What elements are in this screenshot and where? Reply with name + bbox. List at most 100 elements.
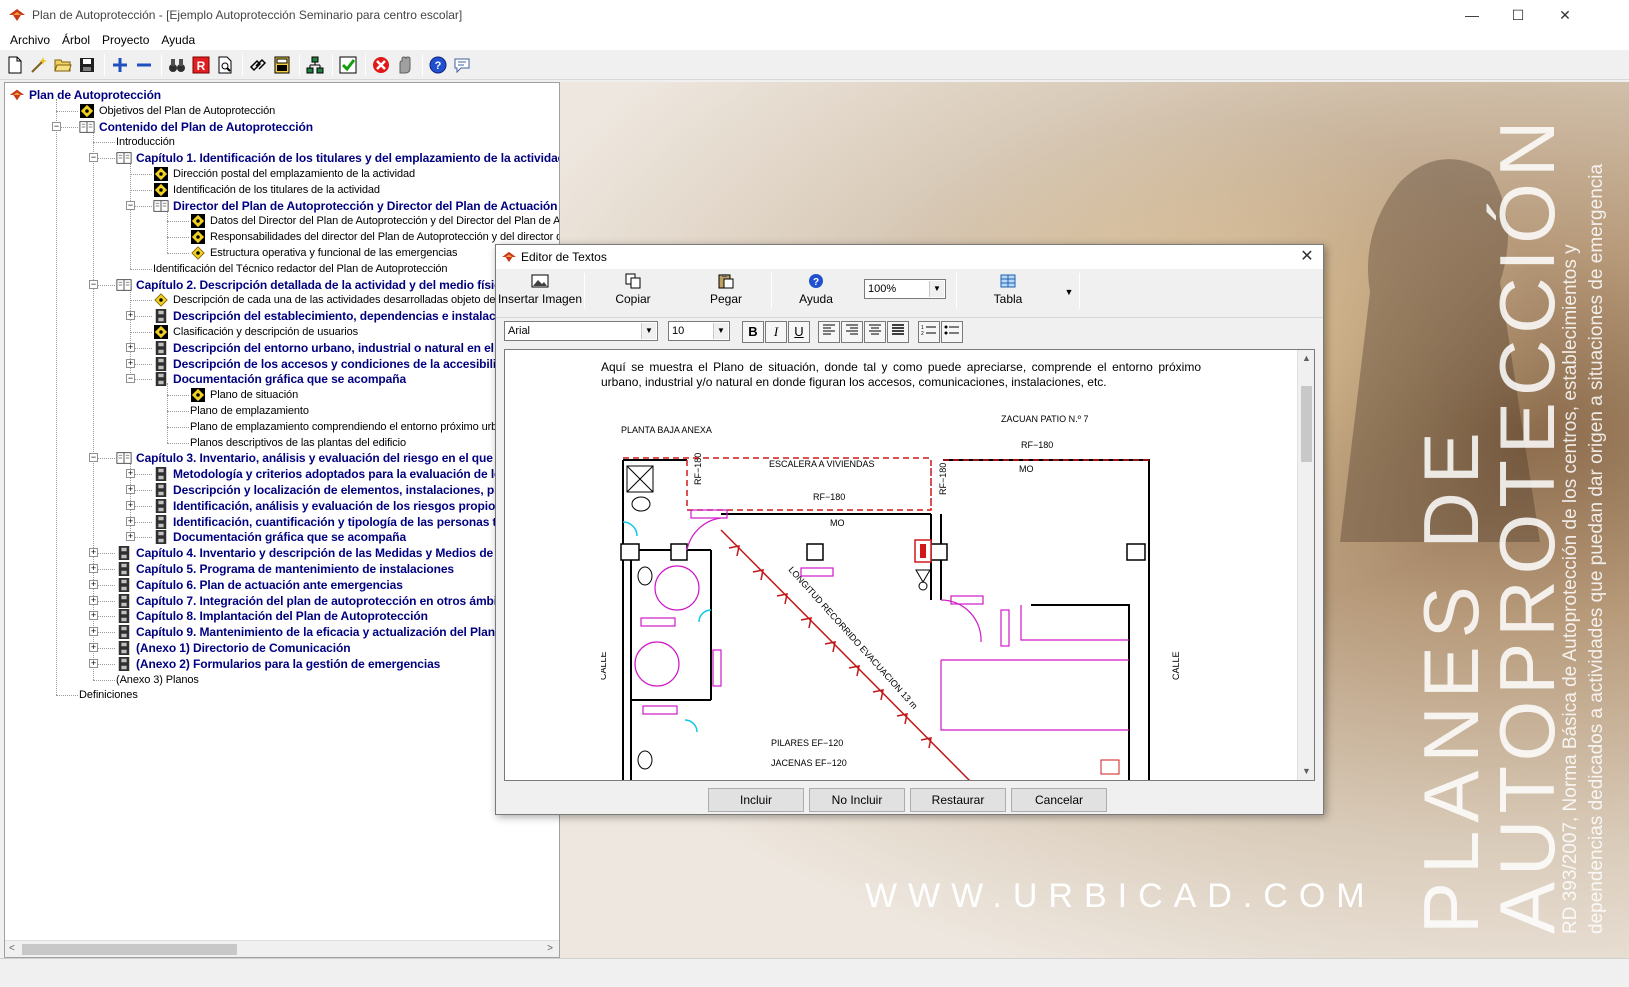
include-button[interactable]: Incluir	[708, 788, 804, 812]
restore-button[interactable]: Restaurar	[910, 788, 1006, 812]
align-right-button[interactable]	[841, 321, 863, 343]
tree-item[interactable]: Descripción de los accesos y condiciones…	[153, 356, 528, 372]
expand-icon[interactable]: +	[126, 469, 135, 479]
close-button[interactable]: ✕	[1542, 0, 1588, 30]
tree-item[interactable]: Datos del Director del Plan de Autoprote…	[190, 213, 559, 229]
expand-icon[interactable]: +	[126, 358, 135, 368]
maximize-button[interactable]: ☐	[1495, 0, 1541, 30]
binoculars-icon[interactable]	[166, 54, 188, 76]
scroll-up-icon[interactable]: ▲	[1298, 350, 1314, 367]
tree-item[interactable]: Planos descriptivos de las plantas del e…	[190, 435, 406, 451]
tree-item[interactable]: Capítulo 3. Inventario, análisis y evalu…	[116, 450, 520, 466]
tree-item[interactable]: Identificación, análisis y evaluación de…	[153, 498, 532, 514]
font-select[interactable]: Arial ▼	[504, 321, 658, 341]
expand-icon[interactable]: +	[89, 658, 98, 668]
collapse-icon[interactable]: −	[126, 200, 135, 210]
help-icon[interactable]: ?	[427, 54, 449, 76]
tree-item[interactable]: Descripción del entorno urbano, industri…	[153, 340, 529, 356]
editor-vertical-scrollbar[interactable]: ▲ ▼	[1297, 350, 1314, 780]
open-folder-icon[interactable]	[52, 54, 74, 76]
editor-text[interactable]: Aquí se muestra el Plano de situación, d…	[601, 360, 1201, 390]
tree-item[interactable]: Capítulo 6. Plan de actuación ante emerg…	[116, 577, 403, 593]
bullet-list-button[interactable]	[941, 321, 963, 343]
expand-icon[interactable]: +	[89, 548, 98, 558]
expand-icon[interactable]: +	[126, 485, 135, 494]
tree-item[interactable]: Documentación gráfica que se acompaña	[153, 371, 406, 387]
tree-item[interactable]: Capítulo 5. Programa de mantenimiento de…	[116, 561, 454, 577]
preview-icon[interactable]	[214, 54, 236, 76]
italic-button[interactable]: I	[765, 321, 787, 343]
collapse-icon[interactable]: −	[89, 453, 98, 463]
help-button[interactable]: ? Ayuda	[772, 271, 860, 313]
expand-icon[interactable]: +	[126, 516, 135, 526]
expand-icon[interactable]: +	[89, 627, 98, 637]
scroll-thumb[interactable]	[22, 944, 237, 955]
project-tree[interactable]: Plan de Autoprotección Objetivos del Plan…	[4, 82, 560, 958]
save-icon[interactable]	[76, 54, 98, 76]
tree-item[interactable]: Plano de situación	[190, 387, 298, 403]
floor-plan-image[interactable]: PLANTA BAJA ANEXA ZACUAN PATIO N.º 7 RF−…	[601, 410, 1201, 781]
tree-item[interactable]: Dirección postal del emplazamiento de la…	[153, 166, 415, 182]
tree-horizontal-scrollbar[interactable]: < >	[5, 940, 559, 957]
bold-button[interactable]: B	[742, 321, 764, 343]
expand-icon[interactable]: +	[89, 564, 98, 573]
comment-icon[interactable]	[451, 54, 473, 76]
collapse-icon[interactable]: −	[89, 153, 98, 163]
expand-icon[interactable]: +	[126, 532, 135, 542]
menu-archivo[interactable]: Archivo	[4, 33, 56, 47]
zoom-select[interactable]: 100% ▼	[864, 279, 946, 299]
expand-icon[interactable]: +	[126, 311, 135, 321]
tree-item[interactable]: Estructura operativa y funcional de las …	[190, 245, 458, 261]
copy-button[interactable]: Copiar	[585, 271, 681, 313]
tree-item[interactable]: Director del Plan de Autoprotección y Di…	[153, 198, 559, 214]
collapse-icon[interactable]: −	[126, 374, 135, 384]
report-icon[interactable]: R	[190, 54, 212, 76]
wand-icon[interactable]	[28, 54, 50, 76]
expand-icon[interactable]: +	[126, 500, 135, 510]
tree-item[interactable]: Identificación, cuantificación y tipolog…	[153, 514, 521, 530]
tree-item[interactable]: Capítulo 9. Mantenimiento de la eficacia…	[116, 624, 523, 640]
tree-item[interactable]: Plano de emplazamiento comprendiendo el …	[190, 419, 518, 435]
scroll-thumb[interactable]	[1301, 386, 1312, 462]
chevron-down-icon[interactable]: ▼	[641, 323, 656, 339]
check-icon[interactable]	[337, 54, 359, 76]
tree-item[interactable]: (Anexo 1) Directorio de Comunicación	[116, 640, 351, 656]
collapse-icon[interactable]: −	[52, 121, 61, 131]
tree-item[interactable]: Capítulo 2. Descripción detallada de la …	[116, 277, 525, 293]
tree-item[interactable]: Identificación de los titulares de la ac…	[153, 182, 380, 198]
dialog-close-button[interactable]: ✕	[1297, 247, 1317, 267]
link-icon[interactable]	[247, 54, 269, 76]
tree-item[interactable]: Capítulo 8. Implantación del Plan de Aut…	[116, 608, 428, 624]
calculator-icon[interactable]	[271, 54, 293, 76]
tree-item[interactable]: Introducción	[116, 134, 175, 150]
align-left-button[interactable]	[818, 321, 840, 343]
tree-item[interactable]: Contenido del Plan de Autoprotección	[79, 119, 313, 135]
tree-item[interactable]: Identificación del Técnico redactor del …	[153, 261, 448, 277]
tree-item[interactable]: Plan de Autoprotección	[9, 87, 161, 103]
expand-icon[interactable]: +	[89, 643, 98, 652]
expand-icon[interactable]: +	[89, 595, 98, 605]
tree-item[interactable]: Capítulo 1. Identificación de los titula…	[116, 150, 559, 166]
expand-icon[interactable]: +	[126, 342, 135, 352]
paste-button[interactable]: Pegar	[681, 271, 771, 313]
add-icon[interactable]	[109, 54, 131, 76]
cancel-button[interactable]: Cancelar	[1011, 788, 1107, 812]
chevron-down-icon[interactable]: ▼	[713, 323, 728, 339]
hierarchy-icon[interactable]	[304, 54, 326, 76]
tree-item[interactable]: Capítulo 7. Integración del plan de auto…	[116, 593, 515, 609]
tree-item[interactable]: Plano de emplazamiento	[190, 403, 309, 419]
tree-item[interactable]: Descripción de cada una de las actividad…	[153, 292, 522, 308]
insert-image-button[interactable]: Insertar Imagen	[496, 271, 584, 313]
scroll-left-icon[interactable]: <	[9, 943, 15, 954]
font-size-select[interactable]: 10 ▼	[668, 321, 730, 341]
align-center-button[interactable]	[864, 321, 886, 343]
tree-item[interactable]: Descripción del establecimiento, depende…	[153, 308, 526, 324]
stop-icon[interactable]	[370, 54, 392, 76]
tree-item[interactable]: (Anexo 2) Formularios para la gestión de…	[116, 656, 440, 672]
underline-button[interactable]: U	[788, 321, 810, 343]
no-include-button[interactable]: No Incluir	[809, 788, 905, 812]
expand-icon[interactable]: +	[89, 579, 98, 589]
hand-icon[interactable]	[394, 54, 416, 76]
scroll-right-icon[interactable]: >	[547, 943, 553, 954]
menu-ayuda[interactable]: Ayuda	[155, 33, 201, 47]
